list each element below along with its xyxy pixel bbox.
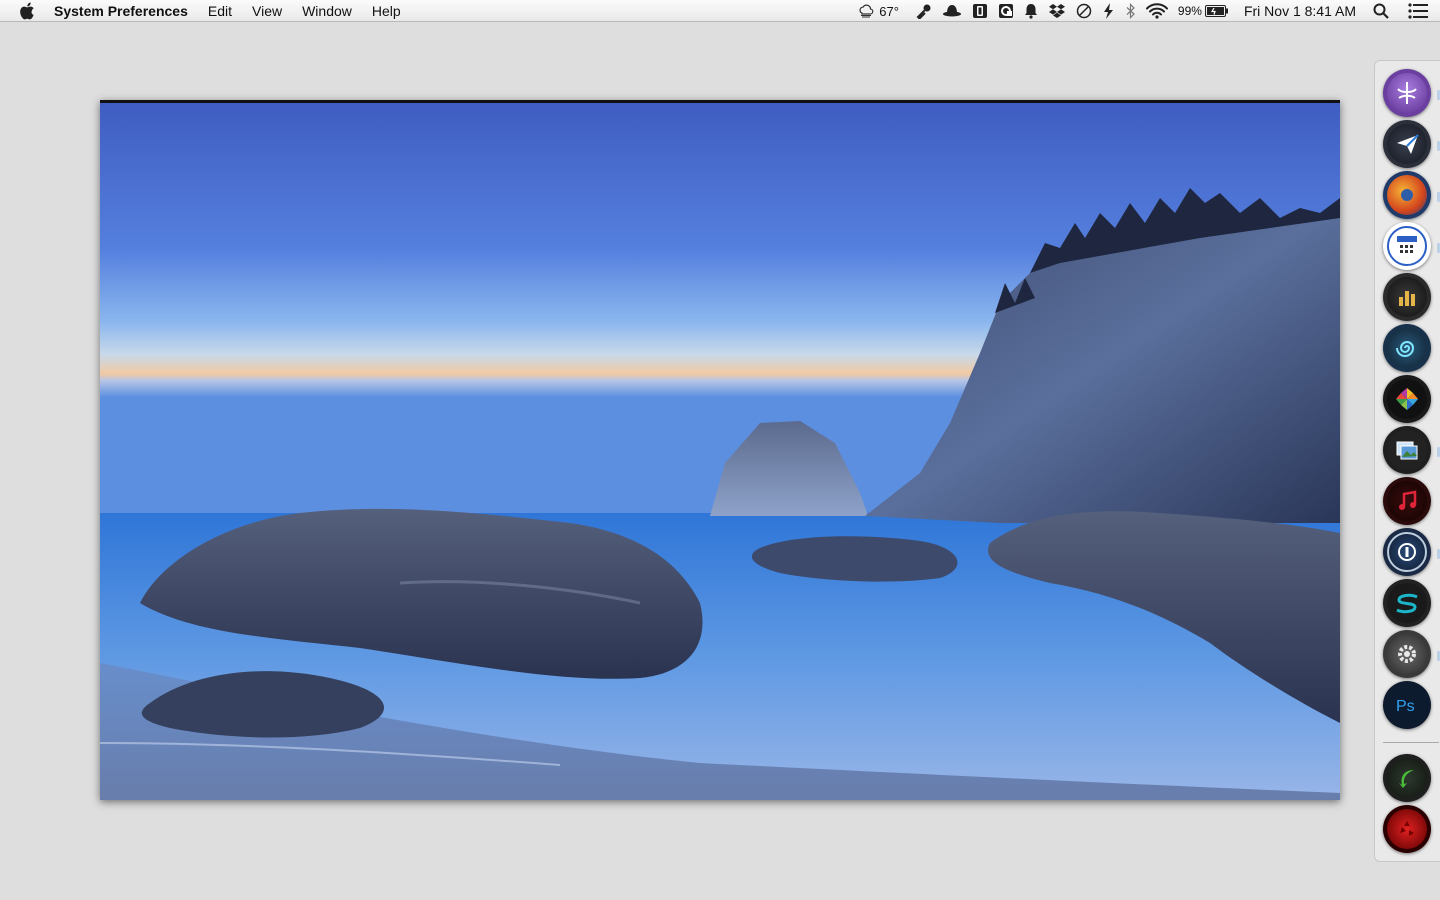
menu-bar: System Preferences Edit View Window Help… [0, 0, 1440, 22]
preview-icon[interactable] [1383, 426, 1431, 474]
spotlight-search-icon[interactable] [1373, 0, 1389, 22]
do-not-disturb-icon[interactable] [1076, 0, 1092, 22]
battery-percent[interactable]: 99% [1178, 0, 1202, 22]
menu-window[interactable]: Window [292, 0, 362, 22]
notification-bell-icon[interactable] [1024, 0, 1038, 22]
status-area: 67° 99% Fri Nov 1 8:41 AM [853, 0, 1440, 22]
key-icon[interactable] [916, 0, 932, 22]
menu-help[interactable]: Help [362, 0, 411, 22]
svg-text:Ps: Ps [1396, 698, 1415, 715]
dropbox-icon[interactable] [1048, 0, 1066, 22]
wifi-icon[interactable] [1145, 0, 1168, 22]
stocks-icon[interactable] [1383, 273, 1431, 321]
battery-icon[interactable] [1204, 0, 1229, 22]
omnifocus-icon[interactable] [972, 0, 988, 22]
menu-app-name[interactable]: System Preferences [52, 0, 198, 22]
wallpaper-image [100, 100, 1340, 800]
apple-menu-icon[interactable] [18, 2, 36, 20]
menu-edit[interactable]: Edit [198, 0, 242, 22]
screen-capture-icon[interactable] [998, 0, 1014, 22]
airmail-icon[interactable] [1383, 120, 1431, 168]
system-preferences-icon[interactable] [1383, 630, 1431, 678]
onepassword-icon[interactable] [1383, 528, 1431, 576]
photoshop-icon[interactable]: Ps [1383, 681, 1431, 729]
trash-icon[interactable] [1383, 805, 1431, 853]
menu-clock[interactable]: Fri Nov 1 8:41 AM [1244, 0, 1356, 22]
dock: Ps [1374, 60, 1440, 862]
notification-center-icon[interactable] [1408, 0, 1428, 22]
downloads-icon[interactable] [1383, 754, 1431, 802]
nautilus-icon[interactable] [1383, 324, 1431, 372]
finder-icon[interactable] [1383, 69, 1431, 117]
dock-separator [1383, 742, 1439, 743]
menu-view[interactable]: View [242, 0, 292, 22]
weather-icon[interactable] [858, 0, 874, 22]
itunes-icon[interactable] [1383, 477, 1431, 525]
firefox-icon[interactable] [1383, 171, 1431, 219]
fantastical-icon[interactable] [1383, 222, 1431, 270]
power-bolt-icon[interactable] [1102, 0, 1116, 22]
weather-temp[interactable]: 67° [879, 0, 899, 22]
bluetooth-icon[interactable] [1126, 0, 1136, 22]
sublime-s-icon[interactable] [1383, 579, 1431, 627]
hat-icon[interactable] [942, 0, 962, 22]
photos-icon[interactable] [1383, 375, 1431, 423]
